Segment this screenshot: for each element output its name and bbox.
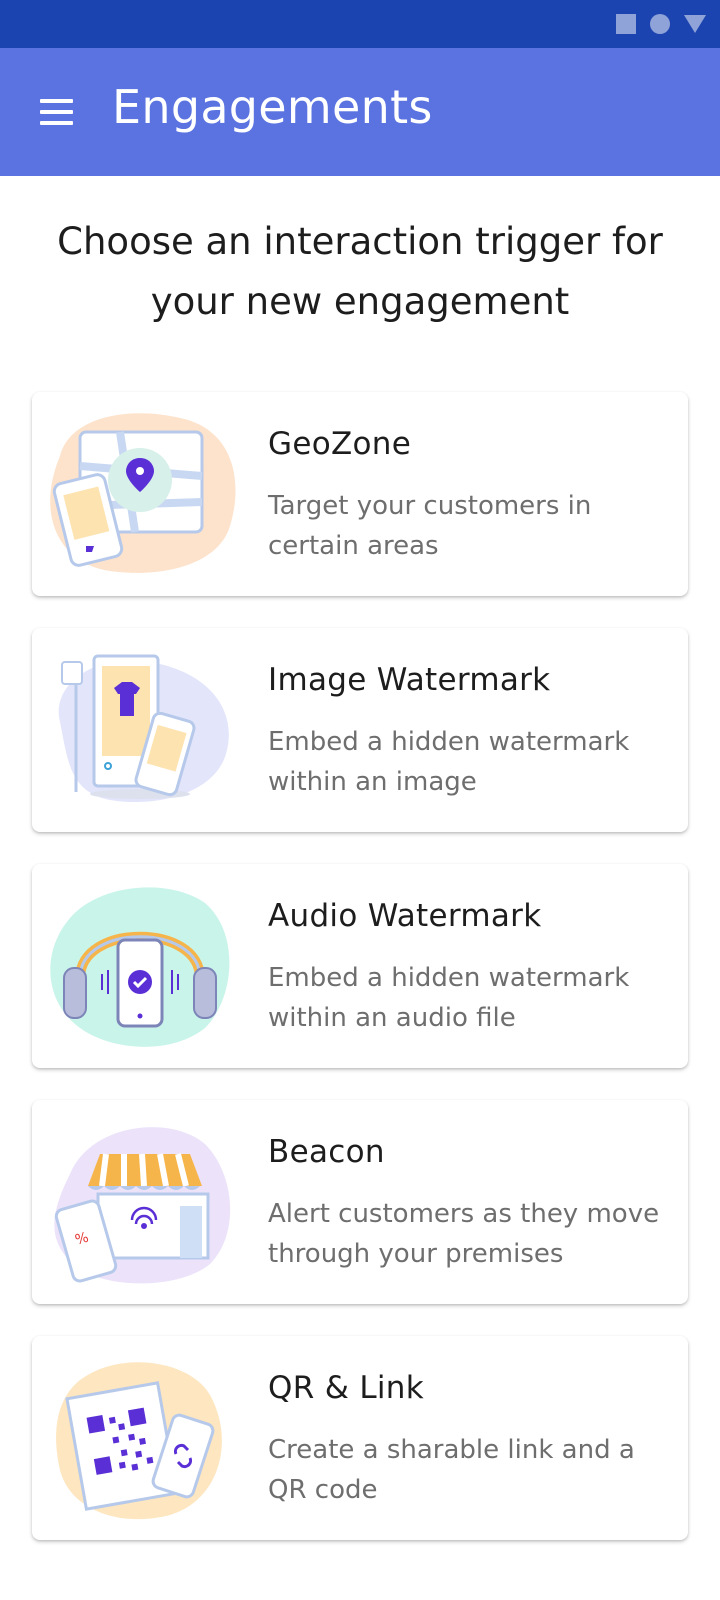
audio-watermark-card[interactable]: Audio Watermark Embed a hidden watermark… [32, 864, 688, 1068]
audio-watermark-illustration [50, 887, 230, 1047]
circle-icon [650, 14, 670, 34]
card-title: Image Watermark [268, 662, 551, 698]
qr-link-card[interactable]: QR & Link Create a sharable link and a Q… [32, 1336, 688, 1540]
hamburger-menu-icon[interactable] [30, 88, 82, 136]
card-description: Embed a hidden watermark within an audio… [268, 963, 630, 1033]
app-bar: Engagements [0, 48, 720, 176]
status-bar [0, 0, 720, 48]
geozone-illustration [50, 413, 236, 573]
card-title: Beacon [268, 1134, 385, 1170]
image-watermark-illustration [58, 654, 229, 803]
page-title: Engagements [112, 80, 433, 134]
image-watermark-card[interactable]: Image Watermark Embed a hidden watermark… [32, 628, 688, 832]
card-title: Audio Watermark [268, 898, 542, 934]
geozone-card[interactable]: GeoZone Target your customers in certain… [32, 392, 688, 596]
triangle-icon [684, 15, 706, 33]
card-description: Target your customers in certain areas [268, 491, 592, 561]
beacon-illustration: % [54, 1127, 231, 1284]
card-description: Create a sharable link and a QR code [268, 1435, 635, 1505]
card-description: Embed a hidden watermark within an image [268, 727, 630, 797]
beacon-card[interactable]: % Beacon Alert customers as they move th… [32, 1100, 688, 1304]
headline: Choose an interaction trigger for your n… [57, 220, 663, 323]
card-title: GeoZone [268, 426, 412, 462]
qr-link-illustration [56, 1362, 222, 1520]
card-title: QR & Link [268, 1370, 425, 1406]
card-description: Alert customers as they move through you… [268, 1199, 660, 1269]
square-icon [616, 14, 636, 34]
system-status-icons [616, 14, 706, 34]
